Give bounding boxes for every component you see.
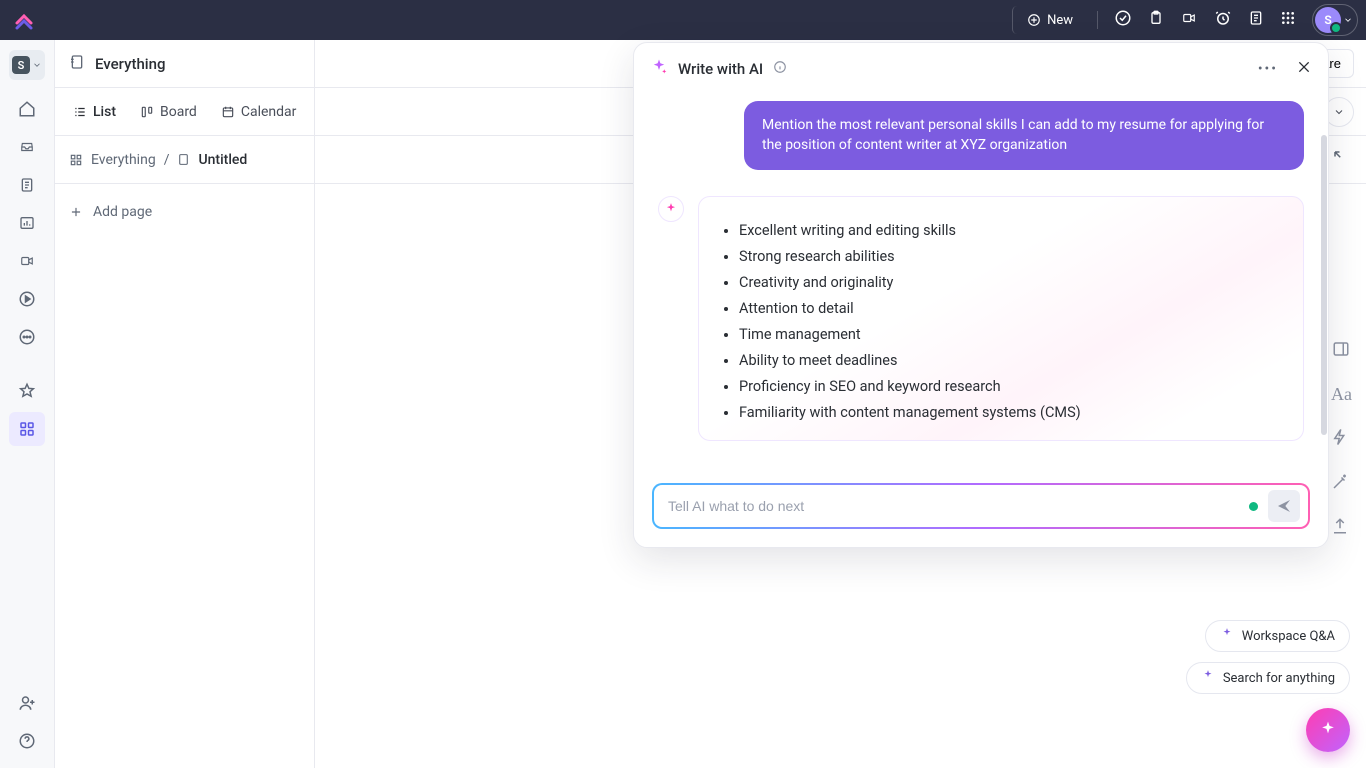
user-message: Mention the most relevant personal skill… bbox=[744, 101, 1304, 170]
new-button[interactable]: New bbox=[1012, 6, 1081, 34]
send-icon bbox=[1276, 498, 1292, 514]
record-icon[interactable] bbox=[9, 244, 45, 278]
chevron-down-icon bbox=[1343, 15, 1353, 25]
check-circle-icon[interactable] bbox=[1114, 9, 1132, 31]
tab-list-label: List bbox=[93, 104, 116, 120]
calendar-icon bbox=[221, 105, 235, 119]
add-page-label: Add page bbox=[93, 204, 152, 220]
workspace-switch[interactable]: S bbox=[9, 50, 45, 80]
crumb-current[interactable]: Untitled bbox=[198, 152, 247, 168]
add-page-button[interactable]: Add page bbox=[69, 204, 300, 220]
breadcrumb: Everything / Untitled bbox=[55, 136, 314, 184]
help-icon[interactable] bbox=[9, 724, 45, 758]
search-anything-pill[interactable]: Search for anything bbox=[1186, 662, 1350, 694]
ai-reply-list: Excellent writing and editing skills Stro… bbox=[719, 222, 1283, 421]
clipboard-icon[interactable] bbox=[1148, 9, 1164, 31]
send-button[interactable] bbox=[1268, 490, 1300, 522]
panel-icon[interactable] bbox=[1331, 340, 1352, 362]
search-anything-label: Search for anything bbox=[1223, 671, 1335, 686]
tab-board-label: Board bbox=[160, 104, 197, 120]
invite-icon[interactable] bbox=[9, 686, 45, 720]
sparkle-icon bbox=[1220, 627, 1234, 645]
home-icon[interactable] bbox=[9, 92, 45, 126]
tab-calendar-label: Calendar bbox=[241, 104, 297, 120]
upload-icon[interactable] bbox=[1331, 517, 1352, 539]
board-icon bbox=[140, 105, 154, 119]
ai-panel: Write with AI ••• Mention the most relev… bbox=[633, 42, 1329, 548]
video-icon[interactable] bbox=[1180, 11, 1198, 29]
workspace-initial: S bbox=[12, 56, 30, 74]
tab-list[interactable]: List bbox=[69, 98, 120, 126]
account-menu[interactable]: S bbox=[1312, 4, 1358, 36]
scrollbar[interactable] bbox=[1321, 135, 1327, 435]
inbox-icon[interactable] bbox=[9, 130, 45, 164]
ai-reply-item: Time management bbox=[739, 326, 1283, 343]
ai-body[interactable]: Mention the most relevant personal skill… bbox=[634, 95, 1328, 471]
ai-avatar-icon bbox=[658, 196, 684, 222]
sidebar: Everything List Board Calendar Everythin… bbox=[55, 40, 315, 768]
tab-calendar[interactable]: Calendar bbox=[217, 98, 301, 126]
page-icon bbox=[177, 152, 190, 167]
chevron-down-icon bbox=[1333, 106, 1345, 118]
plus-icon bbox=[69, 205, 83, 219]
bolt-icon[interactable] bbox=[1331, 427, 1352, 451]
ai-fab[interactable] bbox=[1306, 708, 1350, 752]
top-bar: New S bbox=[0, 0, 1366, 40]
text-style-icon[interactable]: Aa bbox=[1331, 384, 1352, 405]
divider bbox=[1097, 11, 1098, 29]
dashboard-icon[interactable] bbox=[9, 206, 45, 240]
spaces-icon[interactable] bbox=[9, 412, 45, 446]
workspace-qa-pill[interactable]: Workspace Q&A bbox=[1205, 620, 1350, 652]
grid-icon bbox=[69, 153, 83, 167]
tab-board[interactable]: Board bbox=[136, 98, 201, 126]
side-tools: Aa bbox=[1331, 340, 1352, 539]
favorites-icon[interactable] bbox=[9, 374, 45, 408]
info-icon[interactable] bbox=[773, 60, 787, 78]
note-icon[interactable] bbox=[1248, 9, 1264, 31]
crumb-root[interactable]: Everything bbox=[91, 152, 156, 168]
ai-reply-item: Excellent writing and editing skills bbox=[739, 222, 1283, 239]
sidebar-title: Everything bbox=[95, 55, 165, 73]
ai-reply-item: Creativity and originality bbox=[739, 274, 1283, 291]
new-label: New bbox=[1047, 13, 1073, 28]
ai-text-input[interactable] bbox=[668, 498, 1239, 514]
sparkle-icon bbox=[1201, 669, 1215, 687]
list-icon bbox=[73, 105, 87, 119]
avatar: S bbox=[1315, 7, 1341, 33]
ai-reply-item: Familiarity with content management syst… bbox=[739, 404, 1283, 421]
close-icon[interactable] bbox=[1296, 59, 1312, 79]
ai-reply-item: Proficiency in SEO and keyword research bbox=[739, 378, 1283, 395]
sparkle-icon bbox=[650, 58, 668, 80]
ai-reply: Excellent writing and editing skills Stro… bbox=[698, 196, 1304, 441]
sparkle-icon bbox=[1318, 720, 1338, 740]
ai-reply-item: Strong research abilities bbox=[739, 248, 1283, 265]
doc-icon[interactable] bbox=[9, 168, 45, 202]
nav-rail: S bbox=[0, 40, 55, 768]
page-icon bbox=[69, 53, 85, 75]
alarm-icon[interactable] bbox=[1214, 9, 1232, 31]
wand-icon[interactable] bbox=[1331, 473, 1352, 495]
workspace-qa-label: Workspace Q&A bbox=[1242, 629, 1335, 644]
play-icon[interactable] bbox=[9, 282, 45, 316]
collapse-icon[interactable] bbox=[1332, 149, 1350, 171]
ai-title: Write with AI bbox=[678, 60, 763, 78]
views-bar: List Board Calendar bbox=[55, 88, 314, 136]
more-icon[interactable] bbox=[9, 320, 45, 354]
more-icon[interactable]: ••• bbox=[1258, 61, 1278, 77]
crumb-sep: / bbox=[164, 152, 170, 168]
status-dot-icon bbox=[1249, 502, 1258, 511]
main: Share Customize Add Task Aa bbox=[315, 40, 1366, 768]
ai-reply-item: Attention to detail bbox=[739, 300, 1283, 317]
app-logo bbox=[12, 8, 36, 32]
sidebar-heading: Everything bbox=[55, 40, 314, 88]
chevron-down-icon bbox=[32, 60, 42, 70]
ai-input bbox=[652, 483, 1310, 529]
apps-grid-icon[interactable] bbox=[1280, 10, 1296, 30]
ai-reply-item: Ability to meet deadlines bbox=[739, 352, 1283, 369]
